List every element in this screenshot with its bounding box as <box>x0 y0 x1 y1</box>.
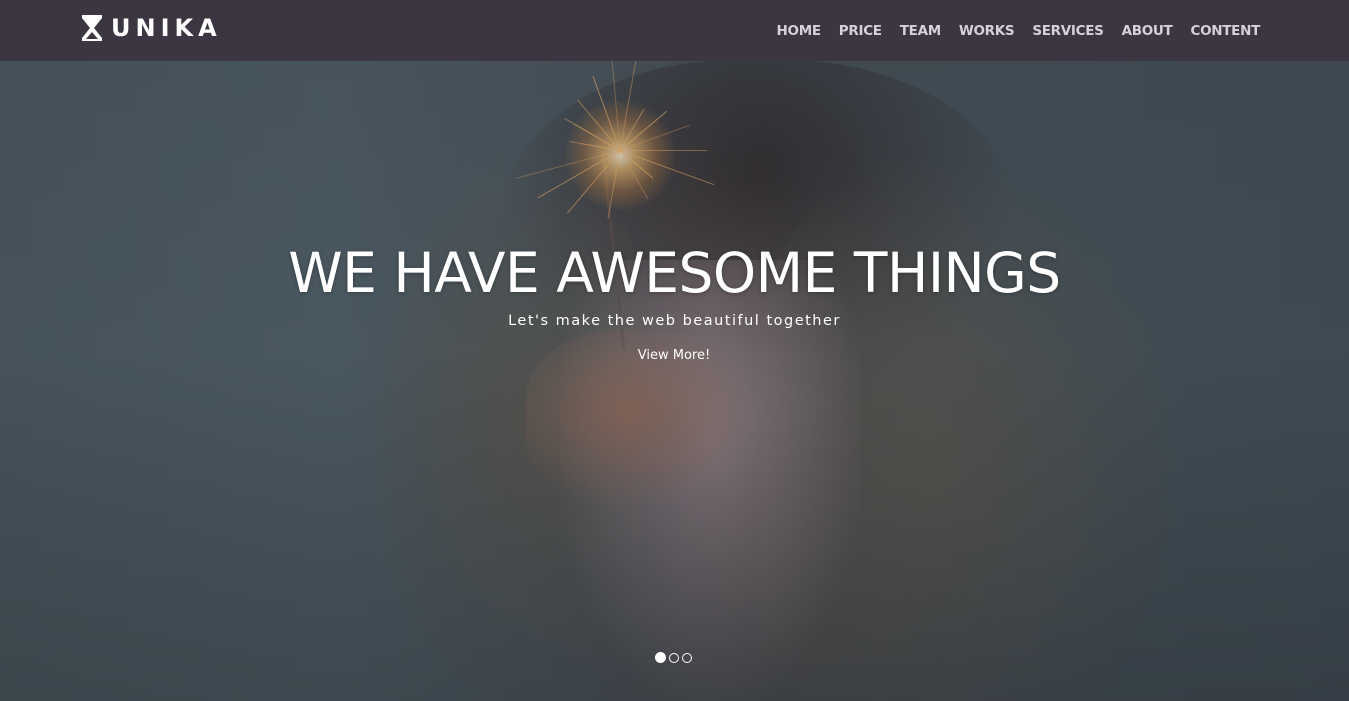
nav-item-about[interactable]: ABOUT <box>1122 22 1173 40</box>
view-more-button[interactable]: View More! <box>624 344 724 368</box>
nav-item-price[interactable]: PRICE <box>839 22 882 40</box>
hero-subtitle: Let's make the web beautiful together <box>508 313 841 329</box>
main-nav: HOME PRICE TEAM WORKS SERVICES ABOUT CON… <box>759 22 1261 40</box>
brand-logo[interactable]: UNIKA <box>81 14 222 42</box>
hero-title: WE HAVE AWESOME THINGS <box>288 241 1061 305</box>
nav-item-team[interactable]: TEAM <box>900 22 941 40</box>
nav-item-home[interactable]: HOME <box>777 22 822 40</box>
hourglass-icon <box>82 15 102 41</box>
brand-name: UNIKA <box>111 14 222 42</box>
slider-dot-2[interactable] <box>669 653 679 663</box>
nav-item-content[interactable]: CONTENT <box>1190 22 1260 40</box>
slider-dot-1[interactable] <box>655 652 666 663</box>
nav-item-services[interactable]: SERVICES <box>1032 22 1104 40</box>
navbar: UNIKA HOME PRICE TEAM WORKS SERVICES ABO… <box>0 0 1349 61</box>
slider-dot-3[interactable] <box>682 653 692 663</box>
slider-dots <box>655 652 692 663</box>
nav-item-works[interactable]: WORKS <box>959 22 1015 40</box>
